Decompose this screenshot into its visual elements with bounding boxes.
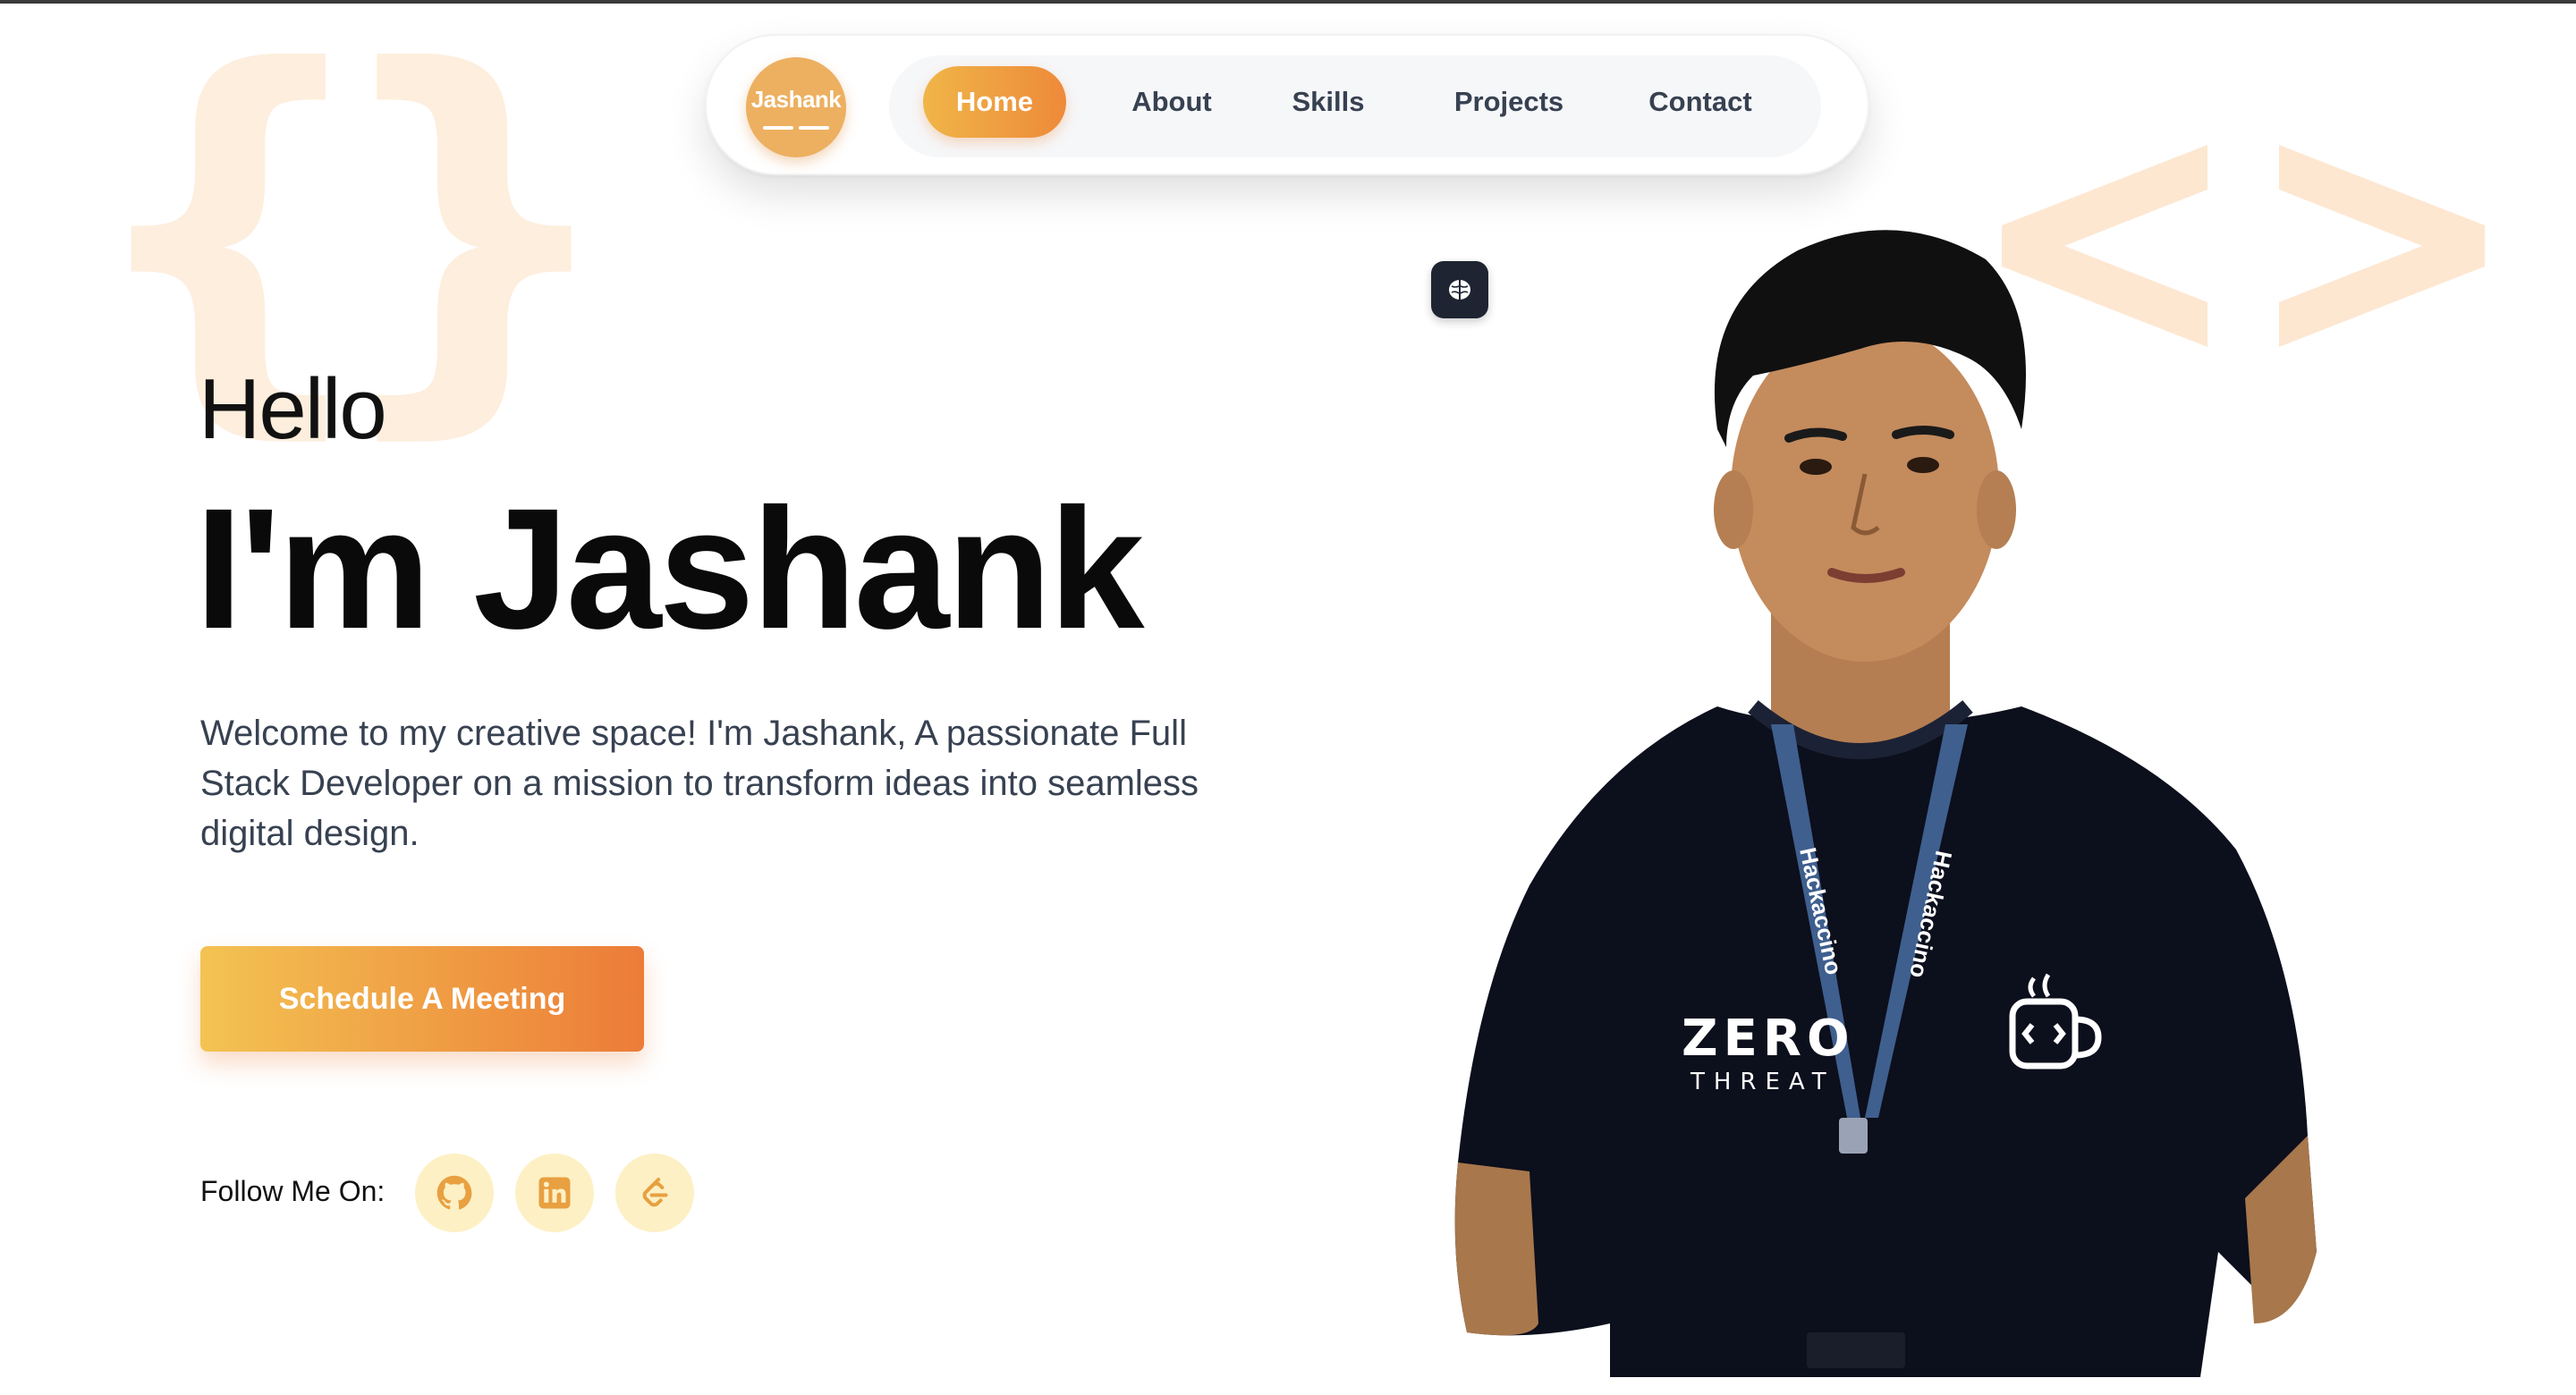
face (1731, 322, 1999, 662)
profile-photo: Hackaccino Hackaccino ZERO THREAT (1454, 230, 2317, 1377)
portfolio-page: {} Jashank Home About Skills Projects Co… (0, 0, 2576, 1395)
schedule-meeting-button[interactable]: Schedule A Meeting (200, 946, 644, 1052)
nav-contact[interactable]: Contact (1633, 66, 1767, 138)
navbar: Jashank Home About Skills Projects Conta… (705, 34, 1869, 175)
logo-text: Jashank (750, 86, 842, 113)
left-arm (1454, 1162, 1538, 1336)
nav-skills[interactable]: Skills (1279, 66, 1377, 138)
hero-greeting: Hello (199, 361, 387, 457)
shirt-text-line2: THREAT (1690, 1069, 1835, 1095)
leetcode-icon (642, 1178, 668, 1207)
id-badge (1807, 1332, 1905, 1368)
github-icon (436, 1175, 472, 1210)
hero-intro-text: Welcome to my creative space! I'm Jashan… (200, 714, 1199, 853)
nav-home[interactable]: Home (923, 66, 1066, 138)
nav-projects[interactable]: Projects (1442, 66, 1576, 138)
logo[interactable]: Jashank (746, 57, 846, 157)
linkedin-link[interactable] (515, 1154, 594, 1232)
linkedin-icon (538, 1177, 571, 1209)
leetcode-link[interactable] (615, 1154, 694, 1232)
follow-me-label: Follow Me On: (200, 1175, 386, 1207)
github-link[interactable] (415, 1154, 494, 1232)
hero-name-heading: I'm Jashank (195, 472, 1145, 664)
logo-underline (746, 118, 846, 130)
nav-about[interactable]: About (1109, 66, 1234, 138)
shirt-text-line1: ZERO (1682, 1010, 1855, 1068)
